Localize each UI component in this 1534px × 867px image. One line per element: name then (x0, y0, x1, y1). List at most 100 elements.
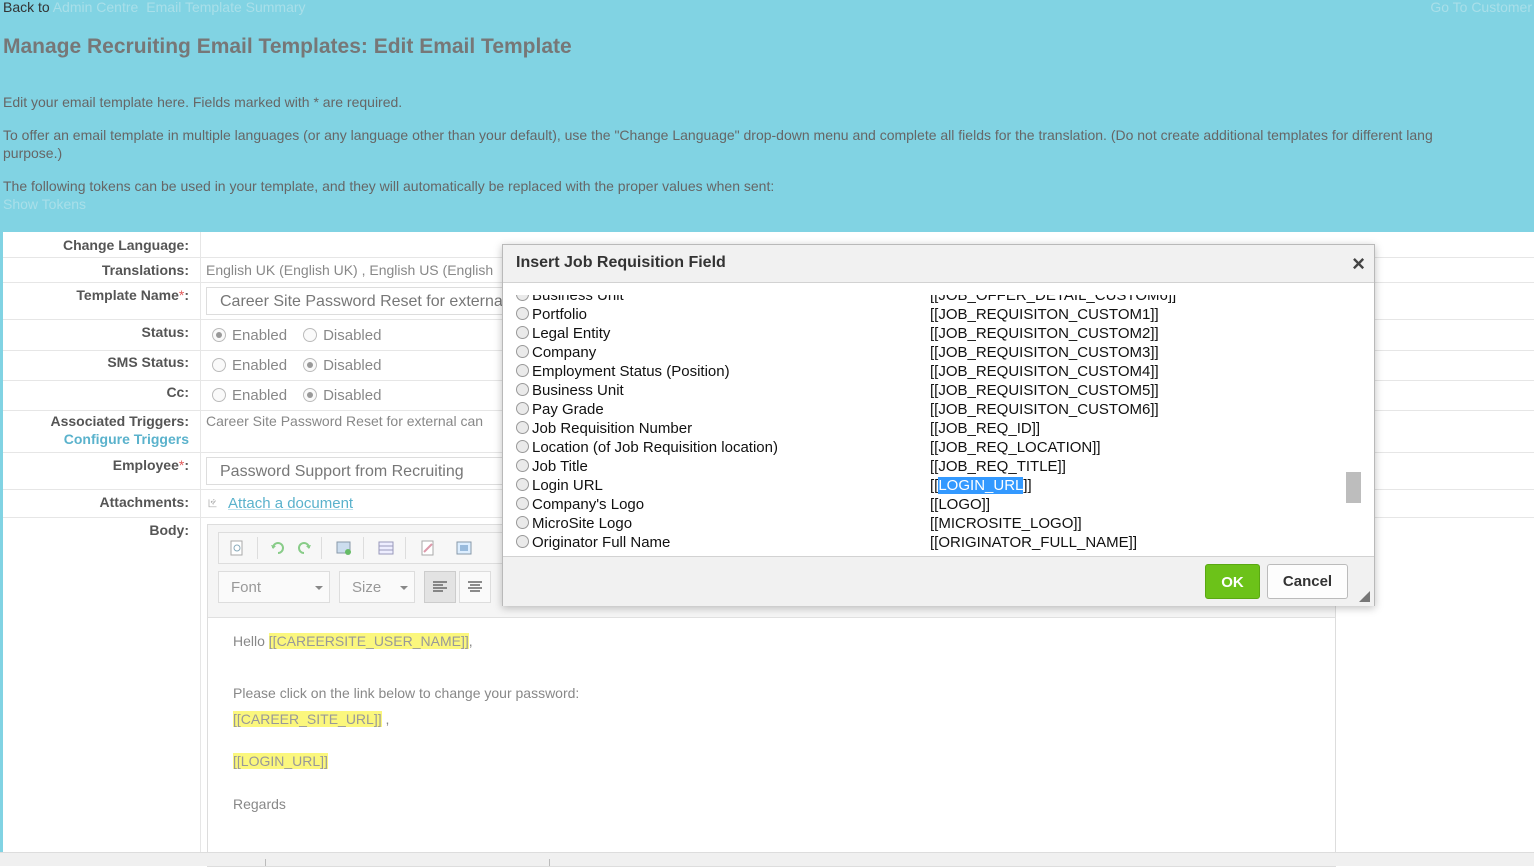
cc-disabled-radio[interactable] (303, 388, 318, 402)
edit-icon[interactable] (419, 539, 437, 557)
field-radio[interactable] (516, 364, 529, 377)
align-left-icon (433, 581, 447, 592)
field-option[interactable]: Job Title [[JOB_REQ_TITLE]] (516, 458, 1346, 477)
field-option[interactable]: Business Unit [[JOB_REQUISITON_CUSTOM5]] (516, 382, 1346, 401)
go-to-customer-link[interactable]: Go To Customer C (1430, 0, 1534, 15)
regards-line: Regards (233, 796, 286, 812)
status-disabled-text: Disabled (323, 327, 382, 344)
font-select[interactable]: Font (218, 571, 330, 603)
field-option[interactable]: Location (of Job Requisition location) [[… (516, 439, 1346, 458)
status-enabled-text: Enabled (232, 327, 288, 344)
field-option[interactable]: Legal Entity [[JOB_REQUISITON_CUSTOM2]] (516, 325, 1346, 344)
page-header: Back to Admin Centre Email Template Summar… (0, 0, 1534, 232)
align-center-icon (468, 581, 482, 592)
field-radio[interactable] (516, 440, 529, 453)
field-label: Login URL (532, 477, 603, 494)
field-radio[interactable] (516, 497, 529, 510)
redo-icon[interactable] (295, 539, 313, 557)
ok-button[interactable]: OK (1205, 564, 1260, 599)
field-radio[interactable] (516, 345, 529, 358)
field-token: [[ORIGINATOR_FULL_NAME]] (930, 534, 1137, 551)
field-radio[interactable] (516, 307, 529, 320)
size-select[interactable]: Size (339, 571, 415, 603)
admin-centre-link[interactable]: Admin Centre (53, 0, 139, 15)
field-option[interactable]: MicroSite Logo [[MICROSITE_LOGO]] (516, 515, 1346, 534)
field-radio[interactable] (516, 421, 529, 434)
field-label: Company's Logo (532, 496, 645, 513)
field-radio[interactable] (516, 516, 529, 529)
field-token: [[JOB_REQUISITON_CUSTOM3]] (930, 344, 1159, 361)
career-site-url-token: [[CAREER_SITE_URL]] (233, 711, 382, 727)
language-instructions-line1: To offer an email template in multiple l… (3, 127, 1433, 143)
toolbar-group (218, 532, 520, 564)
sms-disabled-option[interactable]: Disabled (303, 357, 381, 374)
field-option[interactable]: Company [[JOB_REQUISITON_CUSTOM3]] (516, 344, 1346, 363)
sms-enabled-radio[interactable] (212, 358, 226, 372)
template-name-input[interactable]: Career Site Password Reset for externa (206, 287, 506, 315)
field-option[interactable]: Employment Status (Position) [[JOB_REQUIS… (516, 363, 1346, 382)
field-token: [[JOB_REQUISITON_CUSTOM4]] (930, 363, 1159, 380)
email-template-summary-link[interactable]: Email Template Summary (146, 0, 305, 15)
sms-enabled-option[interactable]: Enabled (212, 357, 287, 374)
status-disabled-option[interactable]: Disabled (303, 327, 381, 344)
cc-disabled-option[interactable]: Disabled (303, 387, 381, 404)
field-option[interactable]: Pay Grade [[JOB_REQUISITON_CUSTOM6]] (516, 401, 1346, 420)
top-nav: Back to Admin Centre Email Template Summar… (3, 0, 306, 15)
field-radio[interactable] (516, 326, 529, 339)
status-enabled-option[interactable]: Enabled (212, 327, 287, 344)
employee-label-text: Employee (112, 457, 179, 473)
field-token: [[MICROSITE_LOGO]] (930, 515, 1082, 532)
dialog-header: Insert Job Requisition Field × (503, 245, 1374, 283)
field-radio[interactable] (516, 402, 529, 415)
field-label: Business Unit (532, 295, 624, 304)
status-disabled-radio[interactable] (303, 328, 318, 342)
field-label: Location (of Job Requisition location) (532, 439, 778, 456)
field-token: [[LOGO]] (930, 496, 991, 513)
chevron-down-icon (315, 586, 323, 590)
scrollbar-thumb[interactable] (1346, 472, 1361, 503)
translations-label: Translations: (101, 262, 189, 278)
configure-triggers-link[interactable]: Configure Triggers (64, 431, 189, 447)
field-radio[interactable] (516, 535, 529, 548)
field-option[interactable]: Business Unit [[JOB_OFFER_DETAIL_CUSTOM6]… (516, 295, 1346, 306)
show-tokens-link[interactable]: Show Tokens (3, 196, 86, 212)
tokens-text: The following tokens can be used in your… (3, 178, 775, 194)
field-radio[interactable] (516, 478, 529, 491)
align-center-button[interactable] (459, 571, 491, 603)
field-option[interactable]: Job Requisition Number [[JOB_REQ_ID]] (516, 420, 1346, 439)
field-option[interactable]: Originator Full Name [[ORIGINATOR_FULL_NA… (516, 534, 1346, 553)
insert-field-icon[interactable] (455, 539, 473, 557)
field-radio[interactable] (516, 383, 529, 396)
field-radio[interactable] (516, 459, 529, 472)
status-enabled-radio[interactable] (212, 328, 226, 342)
close-icon[interactable]: × (1352, 251, 1365, 277)
undo-icon[interactable] (269, 539, 287, 557)
field-label: Legal Entity (532, 325, 611, 342)
resize-handle-icon[interactable] (1359, 591, 1370, 602)
cc-enabled-option[interactable]: Enabled (212, 387, 287, 404)
cancel-button[interactable]: Cancel (1267, 564, 1348, 599)
employee-input[interactable]: Password Support from Recruiting (206, 457, 506, 485)
sms-disabled-radio[interactable] (303, 358, 318, 372)
dialog-footer: OK Cancel (503, 556, 1374, 606)
status-label: Status: (141, 324, 189, 340)
login-url-token: [[LOGIN_URL]] (233, 753, 328, 769)
cc-label: Cc: (166, 384, 189, 400)
field-option[interactable]: Company's Logo [[LOGO]] (516, 496, 1346, 515)
insert-image-icon[interactable] (335, 539, 353, 557)
table-icon[interactable] (377, 539, 395, 557)
preview-icon[interactable] (228, 539, 246, 557)
align-left-button[interactable] (424, 571, 456, 603)
status-bar (0, 852, 1534, 866)
employee-label: Employee*: (113, 457, 189, 473)
field-list[interactable]: Originator Full Name [[ORIGINATOR_FULL_NA… (503, 295, 1374, 555)
field-option[interactable]: Portfolio [[JOB_REQUISITON_CUSTOM1]] (516, 306, 1346, 325)
field-option[interactable]: Login URL [[LOGIN_URL]] (516, 477, 1346, 496)
sms-enabled-text: Enabled (232, 357, 288, 374)
cc-enabled-radio[interactable] (212, 388, 226, 402)
field-radio[interactable] (516, 295, 529, 301)
attach-document-link[interactable]: Attach a document (228, 495, 353, 512)
paperclip-icon[interactable]: ⎀ (202, 493, 223, 514)
language-instructions-line2: purpose.) (3, 145, 63, 161)
field-label: Company (532, 344, 597, 361)
